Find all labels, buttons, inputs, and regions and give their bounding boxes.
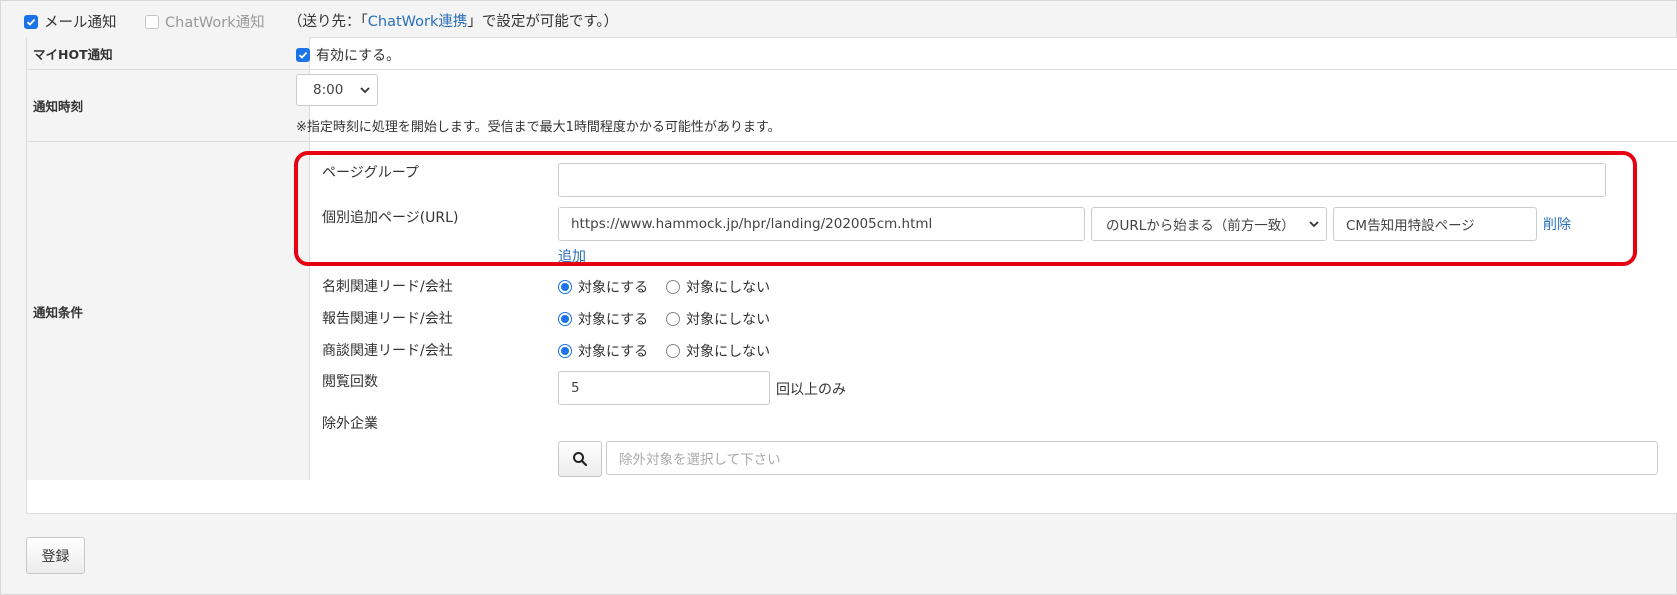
chevron-down-icon bbox=[360, 87, 370, 94]
target-yes-radio[interactable] bbox=[558, 280, 572, 294]
search-icon bbox=[573, 452, 588, 467]
target-yes-label: 対象にする bbox=[578, 312, 649, 328]
report-lead-options: 対象にする 対象にしない bbox=[558, 309, 770, 329]
notify-time-value: 8:00 bbox=[313, 82, 344, 98]
target-no-label: 対象にしない bbox=[686, 344, 771, 360]
mail-notify-label: メール通知 bbox=[44, 15, 117, 31]
target-no-label: 対象にしない bbox=[686, 312, 771, 328]
exclude-company-input[interactable]: 除外対象を選択して下さい bbox=[606, 441, 1658, 475]
target-yes-label: 対象にする bbox=[578, 344, 649, 360]
chatwork-notify-checkbox[interactable] bbox=[145, 14, 159, 29]
chatwork-notify-label: ChatWork通知 bbox=[165, 15, 265, 31]
target-no-radio[interactable] bbox=[666, 312, 681, 326]
radio-row-label: 商談関連リード/会社 bbox=[322, 343, 453, 359]
target-yes-label: 対象にする bbox=[578, 280, 649, 296]
myhot-enable-label: 有効にする。 bbox=[316, 48, 401, 64]
notify-time-select[interactable]: 8:00 bbox=[296, 74, 378, 106]
radio-row-label: 報告関連リード/会社 bbox=[322, 311, 453, 327]
target-no-radio[interactable] bbox=[666, 344, 681, 358]
exclude-search-button[interactable] bbox=[558, 441, 602, 477]
destination-note: （送り先：「ChatWork連携」で設定が可能です。） bbox=[288, 10, 618, 31]
mail-notify-option[interactable]: メール通知 bbox=[24, 11, 117, 32]
row-divider bbox=[26, 513, 1677, 514]
highlight-annotation bbox=[294, 151, 1637, 266]
radio-row-label: 名刺関連リード/会社 bbox=[322, 279, 453, 295]
mail-notify-checkbox[interactable] bbox=[24, 14, 38, 29]
chatwork-link[interactable]: ChatWork連携 bbox=[368, 14, 468, 30]
target-no-radio[interactable] bbox=[666, 280, 681, 294]
submit-button[interactable]: 登録 bbox=[26, 537, 85, 574]
conditions-row-label: 通知条件 bbox=[26, 142, 310, 480]
view-count-suffix: 回以上のみ bbox=[776, 382, 846, 398]
view-count-label: 閲覧回数 bbox=[322, 374, 378, 390]
deal-lead-options: 対象にする 対象にしない bbox=[558, 341, 770, 361]
myhot-row-label: マイHOT通知 bbox=[26, 37, 310, 69]
target-no-label: 対象にしない bbox=[686, 280, 771, 296]
myhot-enable-checkbox[interactable] bbox=[296, 48, 310, 62]
time-row-label: 通知時刻 bbox=[26, 70, 310, 141]
business-card-lead-options: 対象にする 対象にしない bbox=[558, 277, 770, 297]
destination-suffix: 」で設定が可能です。） bbox=[467, 14, 619, 30]
exclude-label: 除外企業 bbox=[322, 416, 378, 432]
view-count-input[interactable]: 5 bbox=[558, 371, 770, 405]
target-yes-radio[interactable] bbox=[558, 344, 572, 358]
destination-prefix: （送り先：「 bbox=[288, 14, 368, 30]
chatwork-notify-option[interactable]: ChatWork通知 bbox=[145, 11, 265, 32]
myhot-enable-option[interactable]: 有効にする。 bbox=[296, 45, 400, 65]
notify-time-note: ※指定時刻に処理を開始します。受信まで最大1時間程度かかる可能性があります。 bbox=[296, 120, 781, 135]
target-yes-radio[interactable] bbox=[558, 312, 572, 326]
